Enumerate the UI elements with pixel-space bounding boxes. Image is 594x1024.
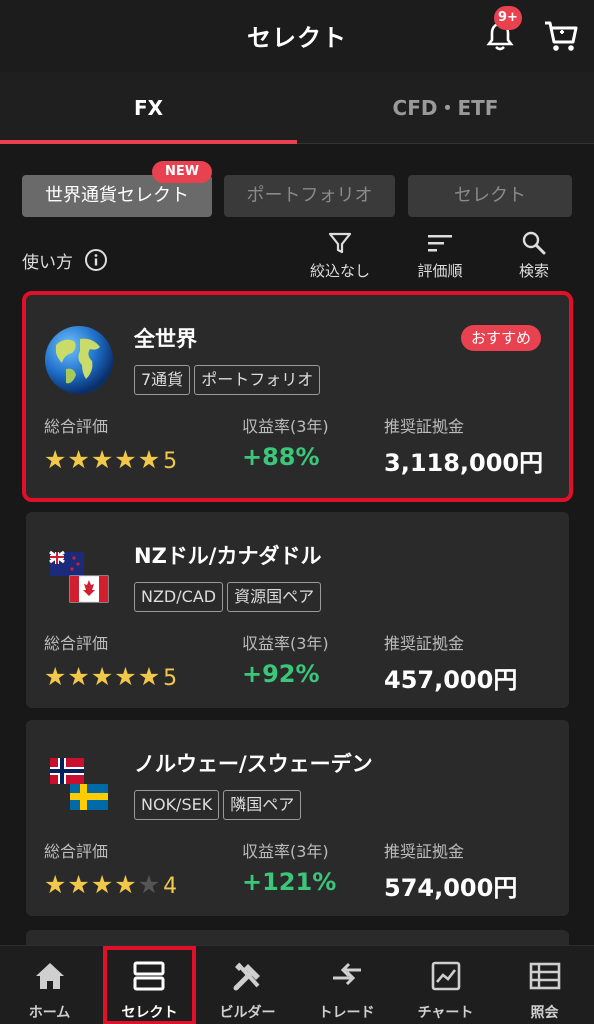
star-icon: ★ (67, 662, 91, 691)
star-rating: ★★★★★5 (44, 445, 178, 474)
nav-inquiry[interactable]: 照会 (495, 946, 594, 1024)
card-tags: NOK/SEK 隣国ペア (134, 790, 305, 820)
nav-label: ビルダー (219, 1005, 276, 1021)
star-rating: ★★★★★5 (44, 662, 178, 691)
star-icon: ★ (137, 445, 162, 474)
active-tab-indicator (0, 140, 297, 144)
star-icon: ★ (90, 662, 115, 691)
howto-link[interactable]: 使い方 (22, 248, 73, 273)
tag: ポートフォリオ (194, 365, 321, 395)
search-icon (522, 231, 546, 255)
list-icon (529, 962, 561, 990)
search-button[interactable]: 検索 (494, 230, 574, 281)
star-icon: ★ (44, 445, 68, 474)
star-icon: ★ (137, 662, 162, 691)
select-card-nok-sek[interactable]: ノルウェー/スウェーデン NOK/SEK 隣国ペア 総合評価 収益率(3年) 推奨… (26, 720, 569, 916)
globe-icon (45, 326, 113, 394)
sort-label: 評価順 (417, 262, 463, 280)
filter-label: 絞込なし (309, 262, 370, 280)
search-label: 検索 (518, 262, 549, 280)
filter-button[interactable]: 絞込なし (300, 230, 380, 281)
card-tags: NZD/CAD 資源国ペア (134, 582, 325, 612)
trade-icon (333, 962, 361, 986)
tag: 7通貨 (134, 365, 191, 395)
return-value: +121% (242, 868, 337, 896)
margin-label: 推奨証拠金 (384, 417, 465, 436)
nav-label: セレクト (121, 1005, 178, 1021)
rating-label: 総合評価 (44, 634, 109, 653)
nav-label: チャート (417, 1005, 474, 1021)
nav-label: ホーム (28, 1005, 71, 1021)
return-label: 収益率(3年) (242, 417, 329, 436)
margin-value: 457,000円 (384, 666, 518, 694)
chart-icon (431, 961, 461, 991)
star-icon: ★ (90, 445, 115, 474)
select-card-world[interactable]: 全世界 おすすめ 7通貨 ポートフォリオ 総合評価 収益率(3年) 推奨証拠金 ★… (22, 291, 573, 502)
return-label: 収益率(3年) (242, 634, 329, 653)
nav-trade[interactable]: トレード (297, 946, 396, 1024)
margin-label: 推奨証拠金 (384, 634, 465, 653)
nav-home[interactable]: ホーム (0, 946, 99, 1024)
star-icon: ★ (137, 870, 162, 899)
tab-fx[interactable]: FX (0, 72, 297, 144)
star-icon: ★ (114, 662, 138, 691)
chip-portfolio[interactable]: ポートフォリオ (224, 175, 395, 217)
star-icon: ★ (90, 870, 115, 899)
cart-icon[interactable] (540, 14, 582, 56)
star-icon: ★ (44, 662, 68, 691)
star-icon: ★ (114, 445, 138, 474)
star-icon: ★ (114, 870, 138, 899)
app-header: セレクト 9+ (0, 0, 594, 72)
tag: NZD/CAD (134, 582, 224, 612)
builder-icon (233, 962, 260, 991)
nav-label: トレード (318, 1005, 375, 1021)
star-rating: ★★★★★4 (44, 870, 178, 899)
rating-label: 総合評価 (44, 842, 109, 861)
nav-chart[interactable]: チャート (396, 946, 495, 1024)
market-tabs: FX CFD・ETF (0, 72, 594, 144)
recommended-badge: おすすめ (460, 325, 541, 351)
select-icon (133, 961, 165, 991)
tag: NOK/SEK (134, 790, 220, 820)
nz-ca-flag-icon (49, 550, 109, 603)
tag: 隣国ペア (223, 790, 302, 820)
new-badge: NEW (152, 161, 212, 183)
star-icon: ★ (44, 870, 68, 899)
no-se-flag-icon (50, 758, 108, 810)
sort-button[interactable]: 評価順 (400, 230, 480, 281)
nav-builder[interactable]: ビルダー (198, 946, 297, 1024)
margin-value: 574,000円 (384, 874, 518, 902)
tab-cfd-etf[interactable]: CFD・ETF (297, 72, 594, 144)
select-card-nzd-cad[interactable]: NZドル/カナダドル NZD/CAD 資源国ペア 総合評価 収益率(3年) 推奨証… (26, 512, 569, 708)
bottom-tab-bar: ホーム セレクト ビルダー トレード チャート 照会 (0, 945, 594, 1024)
notification-badge: 9+ (494, 6, 522, 30)
nav-label: 照会 (530, 1005, 559, 1021)
filter-icon (328, 232, 352, 254)
category-chips: 世界通貨セレクト ポートフォリオ セレクト (0, 175, 594, 217)
chip-select[interactable]: セレクト (408, 175, 572, 217)
margin-label: 推奨証拠金 (384, 842, 465, 861)
home-icon (36, 963, 64, 989)
info-icon[interactable] (84, 248, 108, 272)
return-value: +88% (242, 443, 320, 471)
card-title: NZドル/カナダドル (134, 544, 322, 568)
star-icon: ★ (67, 870, 91, 899)
card-title: ノルウェー/スウェーデン (134, 752, 373, 776)
return-value: +92% (242, 660, 320, 688)
star-icon: ★ (67, 445, 91, 474)
card-title: 全世界 (134, 327, 197, 351)
rating-value: 5 (163, 666, 179, 691)
margin-value: 3,118,000円 (384, 449, 544, 477)
rating-label: 総合評価 (44, 417, 109, 436)
return-label: 収益率(3年) (242, 842, 329, 861)
rating-value: 4 (163, 874, 179, 899)
rating-value: 5 (163, 449, 179, 474)
nav-select[interactable]: セレクト (103, 946, 196, 1024)
card-tags: 7通貨 ポートフォリオ (134, 365, 324, 395)
tag: 資源国ペア (227, 582, 322, 612)
sort-icon (428, 235, 452, 252)
